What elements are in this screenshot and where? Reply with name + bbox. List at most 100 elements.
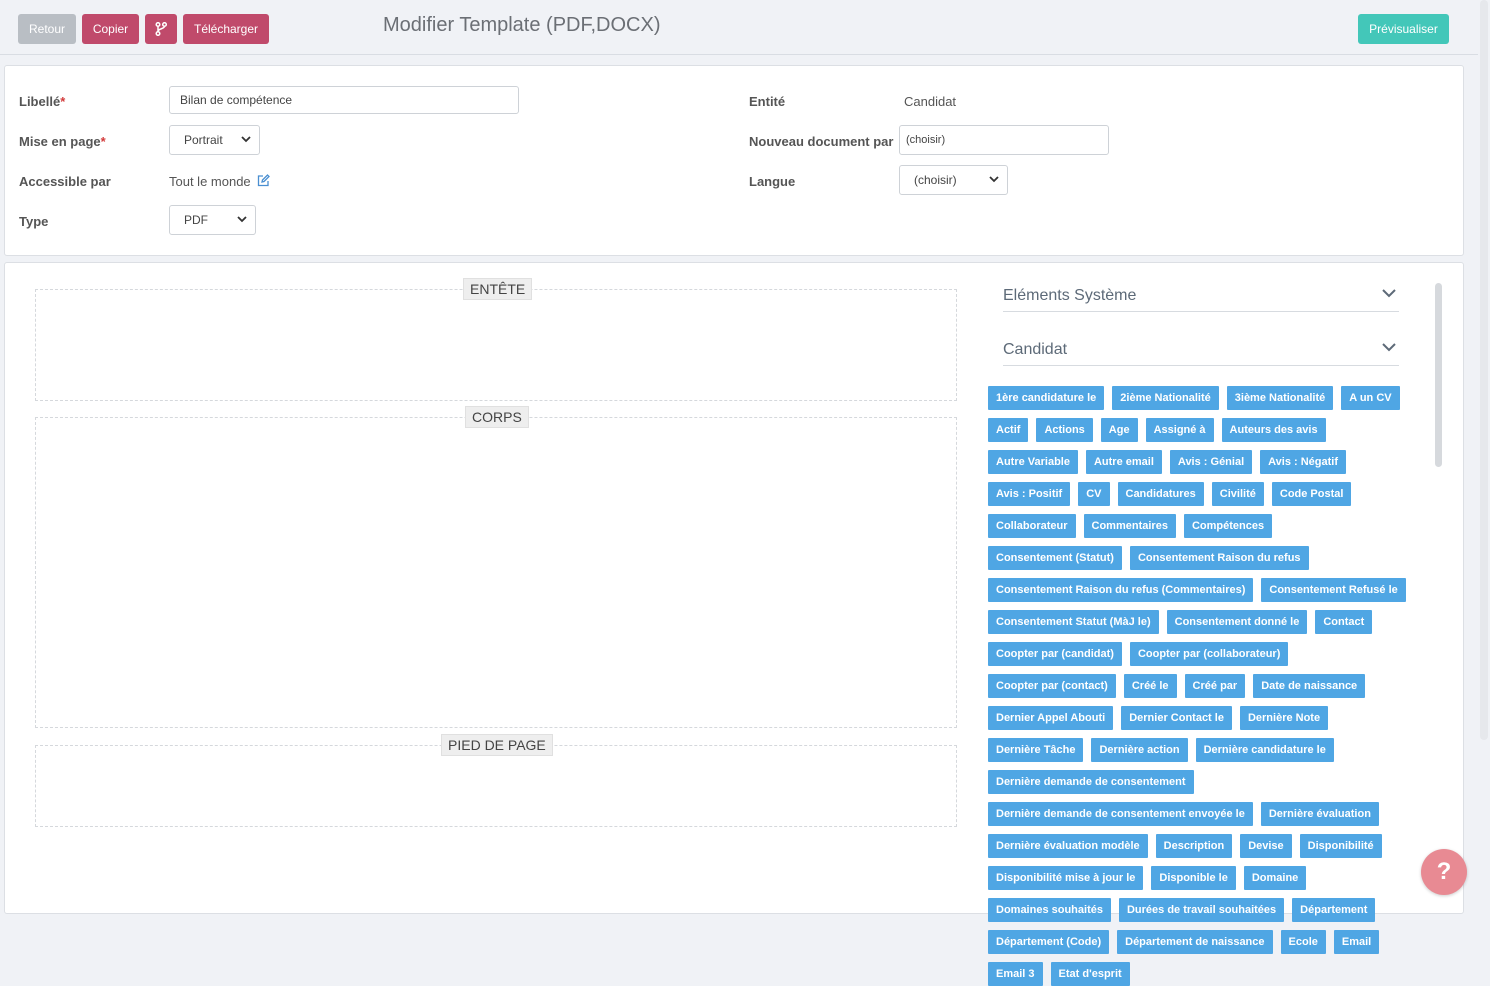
field-tag[interactable]: Coopter par (candidat) — [988, 642, 1122, 666]
field-tag[interactable]: Consentement donné le — [1166, 610, 1308, 634]
field-tag[interactable]: Consentement Refusé le — [1261, 578, 1406, 602]
field-tag[interactable]: Description — [1155, 834, 1233, 858]
field-tag[interactable]: CV — [1078, 482, 1110, 506]
code-branch-icon — [155, 21, 168, 37]
field-tag[interactable]: Date de naissance — [1253, 674, 1366, 698]
field-tag[interactable]: Dernier Appel Abouti — [988, 706, 1114, 730]
field-tag[interactable]: Dernière action — [1091, 738, 1188, 762]
field-tag[interactable]: Disponibilité — [1299, 834, 1382, 858]
system-elements-title: Eléments Système — [1003, 287, 1137, 304]
field-tag[interactable]: Coopter par (contact) — [988, 674, 1116, 698]
field-tag[interactable]: Avis : Négatif — [1260, 450, 1347, 474]
field-tag[interactable]: Consentement Raison du refus (Commentair… — [988, 578, 1254, 602]
field-tag[interactable]: 3ième Nationalité — [1226, 386, 1334, 410]
field-tag[interactable]: Domaine — [1243, 866, 1307, 890]
field-tag[interactable]: Candidatures — [1117, 482, 1204, 506]
field-tag[interactable]: Dernière évaluation modèle — [988, 834, 1148, 858]
field-tag[interactable]: Avis : Génial — [1169, 450, 1253, 474]
field-tag[interactable]: Email — [1333, 930, 1380, 954]
field-tag[interactable]: A un CV — [1341, 386, 1400, 410]
field-tag[interactable]: Dernière Tâche — [988, 738, 1084, 762]
body-zone[interactable] — [35, 417, 957, 728]
langue-select[interactable]: (choisir) — [899, 165, 1008, 195]
field-tag[interactable]: Email 3 — [988, 962, 1043, 986]
field-tag[interactable]: Dernière demande de consentement envoyée… — [988, 802, 1253, 826]
field-tag[interactable]: 2ième Nationalité — [1112, 386, 1219, 410]
mise-en-page-label: Mise en page* — [19, 134, 106, 149]
footer-zone[interactable] — [35, 745, 957, 827]
header-zone-label: ENTÊTE — [463, 278, 533, 300]
field-tag[interactable]: Dernier Contact le — [1121, 706, 1232, 730]
type-label: Type — [19, 214, 49, 229]
field-tag[interactable]: Avis : Positif — [988, 482, 1071, 506]
mise-en-page-select[interactable]: Portrait — [169, 125, 260, 155]
libelle-label: Libellé* — [19, 94, 66, 109]
field-tag[interactable]: Disponibilité mise à jour le — [988, 866, 1144, 890]
chevron-down-icon — [241, 126, 251, 165]
fork-button[interactable] — [145, 14, 177, 44]
copy-button[interactable]: Copier — [82, 14, 139, 44]
field-tag[interactable]: Ecole — [1280, 930, 1326, 954]
accessible-par-label: Accessible par — [19, 174, 111, 189]
system-elements-accordion[interactable]: Eléments Système — [1003, 283, 1399, 312]
nouveau-document-par-label: Nouveau document par — [749, 134, 894, 149]
back-button[interactable]: Retour — [18, 14, 76, 44]
field-tag[interactable]: Actions — [1036, 418, 1093, 442]
field-tag[interactable]: Durées de travail souhaitées — [1118, 898, 1285, 922]
field-tag[interactable]: Code Postal — [1271, 482, 1352, 506]
field-tag[interactable]: Département (Code) — [988, 930, 1110, 954]
toolbar: Retour Copier Télécharger Modifier Templ… — [0, 0, 1478, 55]
nouveau-document-par-input[interactable]: (choisir) — [899, 125, 1109, 155]
page-scrollbar-track[interactable] — [1480, 0, 1488, 740]
field-tag[interactable]: Consentement Raison du refus — [1129, 546, 1309, 570]
template-settings-panel: Libellé* Bilan de compétence Mise en pag… — [4, 65, 1464, 256]
chevron-down-icon — [1381, 285, 1397, 306]
libelle-input[interactable]: Bilan de compétence — [169, 86, 519, 114]
type-select[interactable]: PDF — [169, 205, 256, 235]
template-editor-panel: ENTÊTE CORPS PIED DE PAGE Eléments Systè… — [4, 262, 1464, 986]
field-tag[interactable]: Consentement Statut (MàJ le) — [988, 610, 1159, 634]
help-button[interactable]: ? — [1421, 849, 1467, 895]
field-tag[interactable]: Dernière candidature le — [1195, 738, 1334, 762]
mise-en-page-value: Portrait — [184, 133, 223, 147]
field-tag[interactable]: Devise — [1240, 834, 1292, 858]
field-tag[interactable]: Dernière Note — [1239, 706, 1329, 730]
field-tag[interactable]: Département — [1292, 898, 1376, 922]
field-tag[interactable]: Commentaires — [1083, 514, 1176, 538]
page-title: Modifier Template (PDF,DOCX) — [383, 14, 661, 36]
field-tag[interactable]: Dernière demande de consentement — [988, 770, 1194, 794]
field-tag[interactable]: Actif — [988, 418, 1029, 442]
field-tag[interactable]: Dernière évaluation — [1260, 802, 1379, 826]
field-tag[interactable]: Consentement (Statut) — [988, 546, 1122, 570]
header-zone[interactable] — [35, 289, 957, 401]
langue-label: Langue — [749, 174, 796, 189]
entite-value: Candidat — [904, 94, 957, 109]
sidebar-scrollbar[interactable] — [1435, 283, 1442, 467]
field-tag[interactable]: Autre email — [1085, 450, 1162, 474]
download-button[interactable]: Télécharger — [183, 14, 269, 44]
field-tag[interactable]: Créé par — [1184, 674, 1246, 698]
field-tag[interactable]: Coopter par (collaborateur) — [1129, 642, 1289, 666]
field-tag[interactable]: Collaborateur — [988, 514, 1076, 538]
preview-button[interactable]: Prévisualiser — [1358, 14, 1449, 44]
field-tag[interactable]: Auteurs des avis — [1221, 418, 1326, 442]
field-tag[interactable]: Age — [1100, 418, 1138, 442]
field-tag[interactable]: 1ère candidature le — [988, 386, 1105, 410]
field-tag[interactable]: Domaines souhaités — [988, 898, 1111, 922]
field-tag[interactable]: Créé le — [1123, 674, 1177, 698]
chevron-down-icon — [989, 166, 999, 205]
field-tag[interactable]: Autre Variable — [988, 450, 1078, 474]
field-tag[interactable]: Assigné à — [1145, 418, 1214, 442]
candidate-accordion[interactable]: Candidat — [1003, 337, 1399, 366]
field-tag[interactable]: Contact — [1315, 610, 1373, 634]
field-tag[interactable]: Etat d'esprit — [1050, 962, 1130, 986]
candidate-fields-list: 1ère candidature le 2ième Nationalité 3ièm… — [988, 386, 1408, 986]
accessible-par-value[interactable]: Tout le monde — [169, 174, 271, 189]
field-tag[interactable]: Civilité — [1211, 482, 1264, 506]
field-tag[interactable]: Disponible le — [1151, 866, 1236, 890]
field-tag[interactable]: Compétences — [1183, 514, 1273, 538]
edit-icon[interactable] — [257, 174, 271, 187]
chevron-down-icon — [237, 206, 247, 245]
field-tag[interactable]: Département de naissance — [1117, 930, 1273, 954]
entite-label: Entité — [749, 94, 786, 109]
